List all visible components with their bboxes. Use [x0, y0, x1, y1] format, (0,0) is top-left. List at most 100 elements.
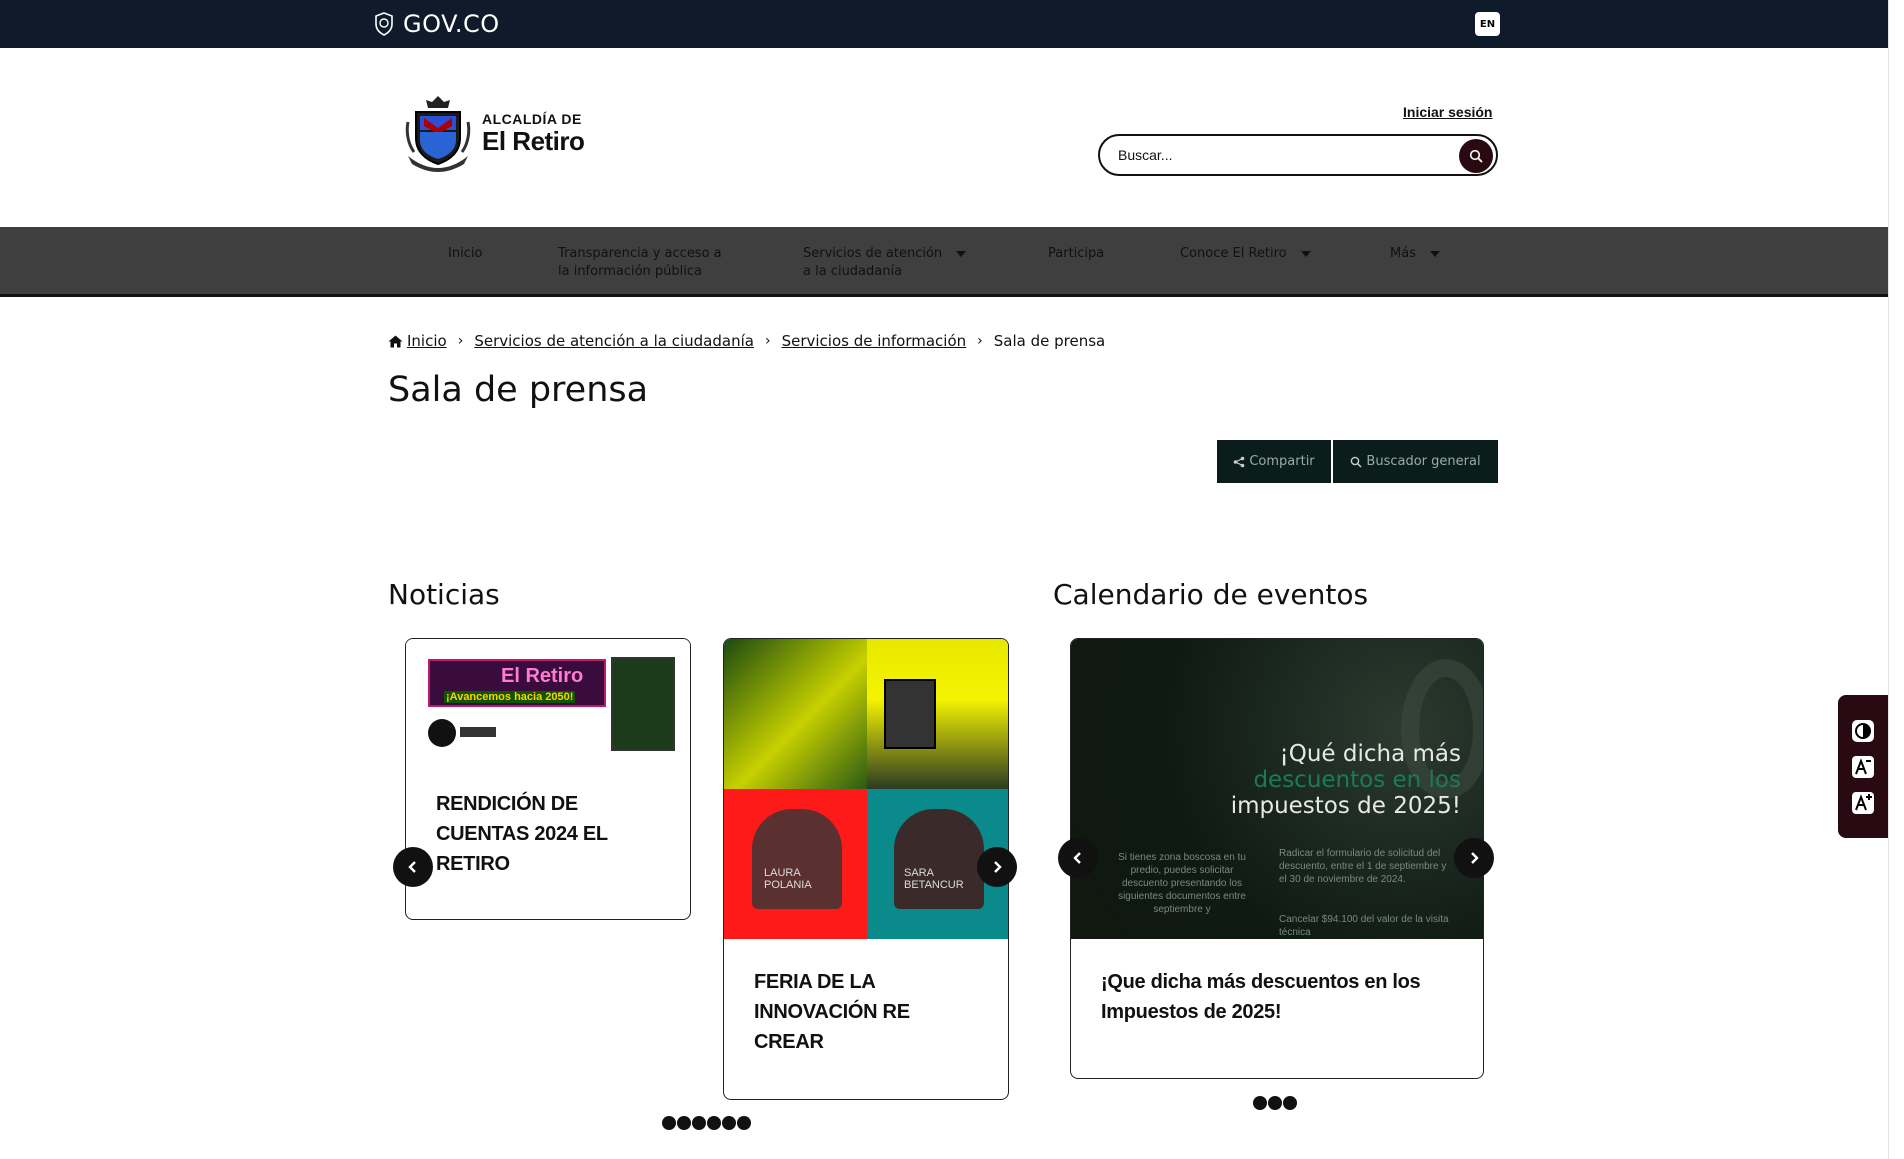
- municipal-crest-icon: [405, 96, 471, 172]
- search-input[interactable]: [1118, 147, 1448, 163]
- nav-item-servicios[interactable]: Servicios de atención a la ciudadanía: [803, 245, 967, 281]
- font-increase-icon: [1852, 791, 1874, 814]
- carousel-dot[interactable]: [662, 1116, 676, 1130]
- event-card-image: ¡Qué dicha más descuentos en los impuest…: [1071, 639, 1483, 939]
- news-card-title: FERIA DE LA INNOVACIÓN RE CREAR: [754, 967, 910, 1057]
- image-slogan-text: ¡Avancemos hacia 2050!: [444, 691, 576, 703]
- carousel-dot[interactable]: [692, 1116, 706, 1130]
- title-line: Impuestos de 2025!: [1101, 1001, 1282, 1023]
- chevron-left-icon: [408, 861, 416, 873]
- chevron-right-icon: ›: [977, 333, 983, 349]
- image-name-text: SARA BETANCUR: [904, 867, 964, 891]
- decrease-font-button[interactable]: [1851, 755, 1875, 779]
- news-prev-button[interactable]: [393, 847, 433, 887]
- caret-down-icon: [1300, 251, 1311, 257]
- gov-co-label: GOV.CO: [403, 10, 500, 38]
- image-body-text: Si tienes zona boscosa en tu predio, pue…: [1118, 852, 1246, 915]
- share-icon: [1234, 456, 1245, 467]
- title-line: RENDICIÓN DE: [436, 793, 578, 815]
- carousel-dot[interactable]: [722, 1116, 736, 1130]
- events-carousel-dots: [1253, 1096, 1297, 1110]
- breadcrumb-link-inicio[interactable]: Inicio: [407, 332, 447, 350]
- site-search: [1098, 134, 1498, 176]
- chevron-right-icon: [1471, 852, 1479, 864]
- contrast-button[interactable]: [1851, 719, 1875, 743]
- share-button-label: Compartir: [1249, 454, 1315, 469]
- image-headline: ¡Qué dicha más: [1279, 741, 1461, 767]
- gov-top-bar: GOV.CO EN: [0, 0, 1888, 48]
- gov-shield-icon: [375, 12, 393, 36]
- carousel-dot[interactable]: [1253, 1096, 1267, 1110]
- general-search-button[interactable]: Buscador general: [1333, 440, 1498, 483]
- nav-item-label: Participa: [1048, 246, 1105, 261]
- title-line: RETIRO: [436, 853, 510, 875]
- nav-item-label: Transparencia y acceso a: [558, 246, 722, 261]
- event-card-title: ¡Que dicha más descuentos en los Impuest…: [1101, 967, 1461, 1027]
- breadcrumb-current: Sala de prensa: [993, 332, 1106, 350]
- page-root: { "gov_bar": { "logo_text": "GOV.CO", "l…: [0, 0, 1904, 1159]
- title-line: FERIA DE LA: [754, 971, 876, 993]
- contrast-icon: [1852, 719, 1874, 742]
- site-logo[interactable]: ALCALDÍA DE El Retiro: [404, 92, 585, 174]
- nav-item-label: Conoce El Retiro: [1180, 246, 1287, 261]
- chevron-right-icon: [994, 861, 1002, 873]
- title-line: CUENTAS 2024 EL: [436, 823, 608, 845]
- page-scrollbar[interactable]: [1888, 0, 1904, 1159]
- brand-subtitle: ALCALDÍA DE: [482, 111, 582, 127]
- search-icon: [1351, 456, 1362, 468]
- image-body-text: Radicar el formulario de solicitud del d…: [1279, 848, 1447, 885]
- events-prev-button[interactable]: [1058, 838, 1098, 878]
- font-decrease-icon: [1852, 755, 1874, 778]
- caret-down-icon: [956, 251, 967, 257]
- share-button[interactable]: Compartir: [1217, 440, 1331, 483]
- news-next-button[interactable]: [977, 847, 1017, 887]
- nav-item-inicio[interactable]: Inicio: [448, 245, 482, 263]
- home-icon: [388, 335, 403, 347]
- carousel-dot[interactable]: [677, 1116, 691, 1130]
- nav-item-label: Más: [1390, 246, 1416, 261]
- search-button[interactable]: [1459, 139, 1493, 173]
- site-header: ALCALDÍA DE El Retiro Iniciar sesión: [0, 48, 1888, 227]
- caret-down-icon: [1429, 251, 1440, 257]
- event-card[interactable]: ¡Qué dicha más descuentos en los impuest…: [1070, 638, 1484, 1079]
- image-brand-text: El Retiro: [501, 665, 584, 687]
- main-navigation: Inicio Transparencia y acceso a la infor…: [0, 227, 1888, 297]
- nav-item-transparencia[interactable]: Transparencia y acceso a la información …: [558, 245, 722, 281]
- news-card-image: LAURA POLANIA SARA BETANCUR: [724, 639, 1008, 939]
- news-card[interactable]: LAURA POLANIA SARA BETANCUR FERIA DE LA …: [723, 638, 1009, 1100]
- image-headline: impuestos de 2025!: [1230, 793, 1461, 819]
- news-card[interactable]: El Retiro ¡Avancemos hacia 2050! RENDICI…: [405, 638, 691, 920]
- news-card-title: RENDICIÓN DE CUENTAS 2024 EL RETIRO: [436, 789, 608, 879]
- language-toggle-button[interactable]: EN: [1475, 12, 1500, 36]
- calendario-heading: Calendario de eventos: [1053, 578, 1369, 611]
- image-headline: descuentos en los: [1253, 767, 1461, 793]
- events-next-button[interactable]: [1454, 838, 1494, 878]
- chevron-left-icon: [1073, 852, 1081, 864]
- image-body-text: Cancelar $94.100 del valor de la visita …: [1279, 914, 1449, 938]
- breadcrumb-link-informacion[interactable]: Servicios de información: [782, 332, 967, 350]
- nav-item-conoce[interactable]: Conoce El Retiro: [1180, 245, 1311, 263]
- increase-font-button[interactable]: [1851, 791, 1875, 815]
- breadcrumb: Inicio › Servicios de atención a la ciud…: [388, 332, 1105, 350]
- brand-name: El Retiro: [482, 126, 585, 156]
- nav-item-label: Inicio: [448, 246, 483, 261]
- nav-item-participa[interactable]: Participa: [1048, 245, 1104, 263]
- title-line: ¡Que dicha más descuentos en los: [1101, 971, 1421, 993]
- carousel-dot[interactable]: [737, 1116, 751, 1130]
- news-carousel-dots: [662, 1116, 751, 1130]
- image-name-text: LAURA POLANIA: [764, 867, 812, 891]
- general-search-label: Buscador general: [1366, 454, 1481, 469]
- breadcrumb-link-servicios[interactable]: Servicios de atención a la ciudadanía: [474, 332, 754, 350]
- login-link[interactable]: Iniciar sesión: [1403, 104, 1492, 120]
- gov-co-logo[interactable]: GOV.CO: [373, 10, 500, 38]
- search-icon: [1469, 149, 1483, 163]
- carousel-dot[interactable]: [1283, 1096, 1297, 1110]
- chevron-right-icon: ›: [457, 333, 464, 349]
- nav-item-label-line2: la información pública: [558, 264, 703, 279]
- nav-item-label: Servicios de atención: [803, 246, 943, 261]
- carousel-dot[interactable]: [1268, 1096, 1282, 1110]
- accessibility-toolbar: [1838, 695, 1888, 838]
- carousel-dot[interactable]: [707, 1116, 721, 1130]
- nav-item-mas[interactable]: Más: [1390, 245, 1440, 263]
- noticias-heading: Noticias: [388, 578, 500, 611]
